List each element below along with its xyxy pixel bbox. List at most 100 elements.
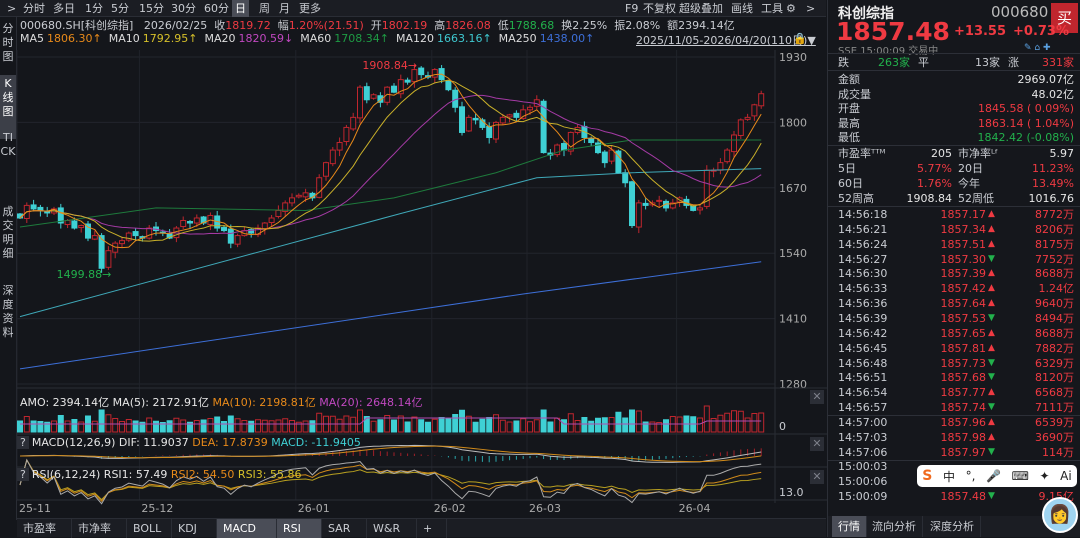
x-axis-label: 25-11 — [19, 502, 51, 515]
quote-tab[interactable]: 行情 — [832, 516, 867, 537]
candle-up — [431, 69, 438, 78]
ime-button[interactable]: ✦ — [1039, 469, 1049, 483]
down-label: 跌 — [838, 56, 849, 69]
tick-volume: 8688万 — [1035, 267, 1074, 281]
volume-bar — [193, 420, 200, 433]
tick-volume: 8688万 — [1035, 326, 1074, 340]
volume-bar — [261, 419, 268, 433]
candle-up — [357, 86, 363, 119]
rsi-help-button[interactable]: ? — [17, 468, 29, 481]
candle-down — [44, 210, 51, 214]
volume-bar — [275, 419, 282, 433]
indicator-tab[interactable]: W&R — [367, 519, 417, 538]
stat-label: 52周高 — [838, 192, 874, 205]
volume-bar — [622, 417, 629, 433]
volume-bar — [567, 413, 574, 433]
indicator-tab[interactable]: + — [417, 519, 447, 538]
macd-dif: DIF: 11.9037 — [118, 436, 189, 449]
volume-bar — [724, 412, 731, 433]
indicator-tab[interactable]: SAR — [322, 519, 367, 538]
ime-button[interactable]: 🎤 — [986, 469, 1001, 483]
volume-bar — [479, 418, 486, 433]
tick-price: 1857.97 — [940, 445, 987, 459]
candle-up — [697, 207, 703, 211]
stat-value: 1845.58 ( 0.09%) — [977, 102, 1074, 116]
indicator-tab[interactable]: 市净率 — [72, 519, 127, 538]
x-axis-label: 26-03 — [529, 502, 561, 515]
volume-bar — [540, 409, 547, 433]
down-count: 263家 — [878, 56, 910, 69]
candle-down — [445, 80, 452, 91]
volume-bar — [601, 417, 608, 433]
candle-up — [751, 104, 758, 117]
tick-price: 1857.17 — [940, 208, 987, 221]
volume-bar — [418, 419, 425, 433]
volume-bar — [51, 420, 57, 433]
ime-button[interactable]: ⌨ — [1012, 469, 1029, 483]
candle-up — [105, 250, 112, 268]
close-amo-panel-button[interactable]: ✕ — [810, 390, 824, 404]
arrow-down-icon: ▼ — [988, 446, 995, 457]
volume-bar — [744, 417, 751, 433]
tick-row: 14:57:03 1857.98 ▲ 3690万 — [838, 430, 1074, 445]
stat-value: 1863.14 ( 1.04%) — [977, 116, 1074, 130]
candle-down — [561, 143, 567, 151]
ime-button[interactable]: °, — [966, 469, 976, 483]
stat-value: 205 — [931, 147, 952, 160]
indicator-tab[interactable]: BOLL — [127, 519, 172, 538]
tick-price: 1857.74 — [940, 401, 987, 415]
macd-help-button[interactable]: ? — [17, 436, 29, 449]
candle-down — [642, 202, 649, 206]
arrow-up-icon: ▲ — [988, 223, 995, 234]
volume-bar — [697, 417, 703, 433]
ma250-line — [19, 261, 762, 370]
candle-up — [527, 106, 533, 111]
close-rsi-panel-button[interactable]: ✕ — [810, 470, 824, 484]
volume-bar — [588, 420, 595, 433]
arrow-up-icon: ▲ — [988, 283, 995, 294]
assistant-avatar[interactable]: 👩 — [1042, 497, 1078, 533]
candle-down — [601, 151, 608, 164]
ime-logo-icon[interactable]: S — [922, 468, 932, 484]
indicator-tab[interactable]: MACD — [217, 519, 277, 538]
panel-icons[interactable]: ✎ ⌂ ✚ — [1024, 43, 1051, 53]
tick-price: 1857.64 — [940, 297, 987, 311]
ma120-line — [19, 168, 762, 318]
quote-panel: 科创综指 000680 买 1857.48 +13.55 +0.73% SSE … — [827, 0, 1080, 537]
candle-down — [459, 106, 465, 133]
volume-bar — [561, 419, 567, 433]
stat-row: 金额 2969.07亿 — [838, 72, 1074, 87]
ime-button[interactable]: 中 — [943, 468, 955, 485]
close-macd-panel-button[interactable]: ✕ — [810, 437, 824, 451]
indicator-tab[interactable]: KDJ — [172, 519, 217, 538]
x-axis-label: 25-12 — [141, 502, 173, 515]
tick-price: 1857.34 — [940, 222, 987, 236]
candle-up — [724, 149, 731, 163]
quote-tab[interactable]: 流向分析 — [866, 516, 923, 537]
tick-row: 14:56:57 1857.74 ▼ 7111万 — [838, 400, 1074, 415]
volume-bar — [635, 410, 642, 433]
volume-bar — [615, 411, 622, 433]
tick-price: 1857.98 — [940, 430, 987, 444]
price-change-pct: +0.73% — [1013, 24, 1069, 39]
tick-time: 14:56:30 — [838, 267, 888, 281]
ma20-line — [19, 94, 762, 235]
volume-bar — [316, 412, 323, 433]
stat-value: 13.49% — [1032, 177, 1074, 190]
candle-down — [622, 172, 629, 184]
candle-up — [635, 202, 642, 228]
volume-bar — [255, 419, 261, 433]
indicator-tab[interactable]: 市盈率 — [17, 519, 72, 538]
tick-row: 14:56:30 1857.39 ▲ 8688万 — [838, 266, 1074, 281]
volume-bar — [363, 416, 370, 433]
tick-time: 14:56:48 — [838, 356, 888, 370]
quote-tab[interactable]: 深度分析 — [924, 516, 981, 537]
tick-volume: 6329万 — [1035, 356, 1074, 370]
up-count: 331家 — [1042, 56, 1074, 69]
stat-label: 金额 — [838, 73, 860, 86]
indicator-tab[interactable]: RSI — [277, 519, 322, 538]
ime-button[interactable]: Ai — [1060, 469, 1072, 483]
volume-bar — [221, 421, 227, 433]
tick-time: 15:00:06 — [838, 475, 888, 489]
candle-up — [370, 94, 377, 99]
